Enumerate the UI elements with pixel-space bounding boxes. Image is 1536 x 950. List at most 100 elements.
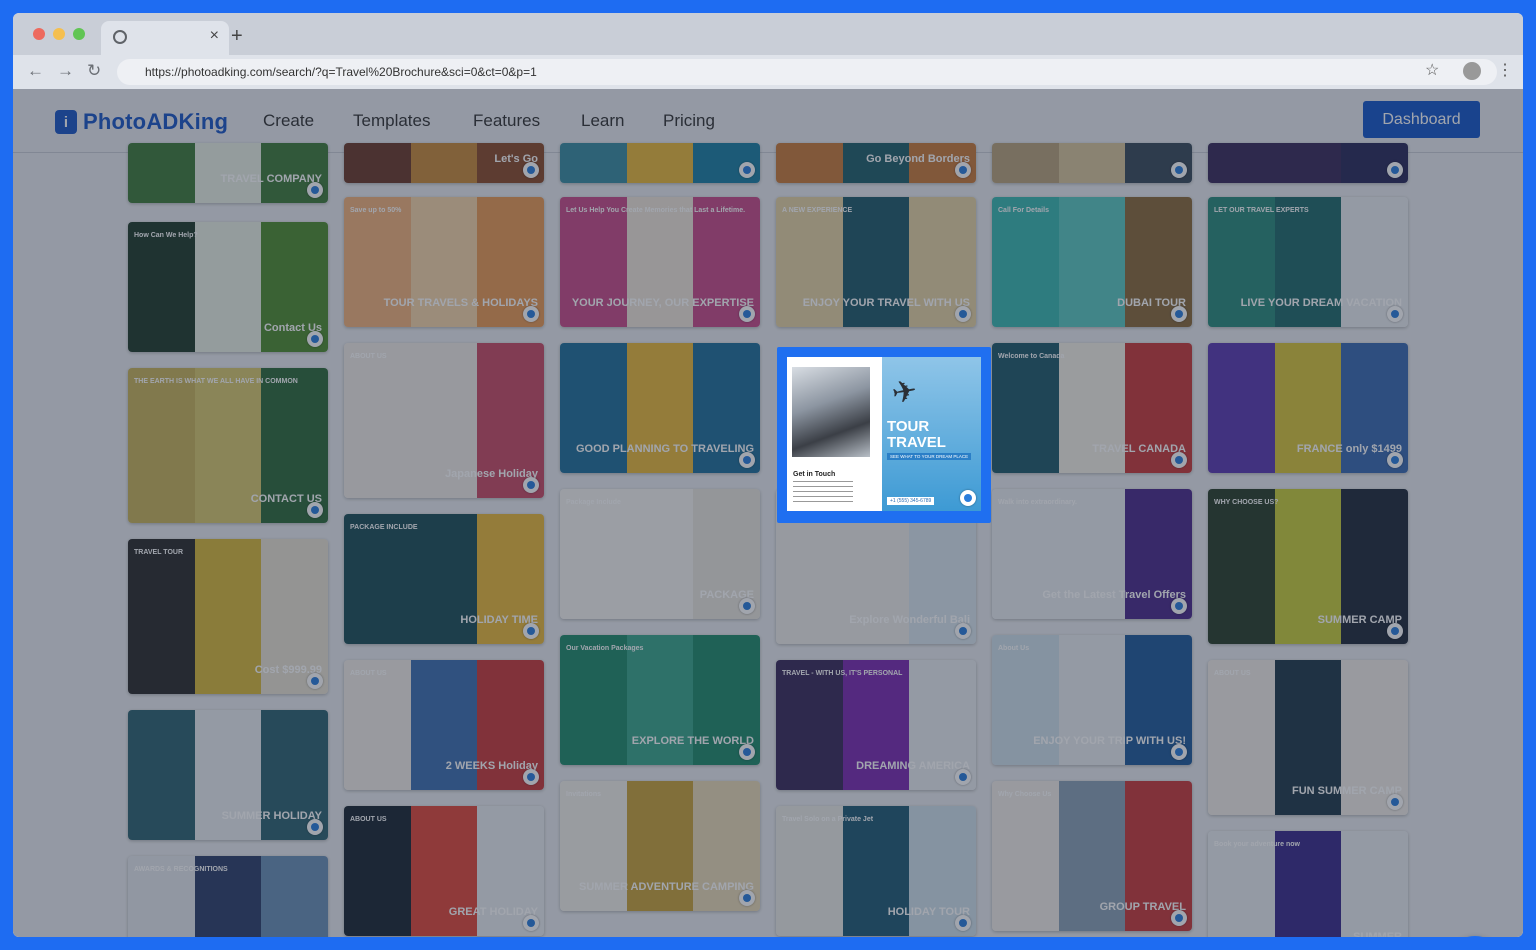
card-caption: ABOUT US xyxy=(350,670,387,677)
card-panel xyxy=(992,143,1059,183)
bookmark-star-icon[interactable]: ☆ xyxy=(1425,60,1439,80)
premium-badge-icon xyxy=(523,306,539,322)
url-text: https://photoadking.com/search/?q=Travel… xyxy=(145,65,537,79)
new-tab-button[interactable]: + xyxy=(231,25,243,48)
template-card[interactable]: Invitations SUMMER ADVENTURE CAMPING xyxy=(560,781,760,911)
back-button[interactable]: ← xyxy=(27,61,44,81)
maximize-window-button[interactable] xyxy=(73,28,85,40)
premium-badge-icon xyxy=(1387,794,1403,810)
card-caption: THE EARTH IS WHAT WE ALL HAVE IN COMMON xyxy=(134,378,298,385)
template-card[interactable]: TRAVEL - WITH US, IT'S PERSONAL DREAMING … xyxy=(776,660,976,790)
minimize-window-button[interactable] xyxy=(53,28,65,40)
card-caption: Save up to 50% xyxy=(350,207,402,214)
template-card[interactable]: Walk into extraordinary. Get the Latest T… xyxy=(992,489,1192,619)
template-card[interactable]: AWARDS & RECOGNITIONS xyxy=(128,856,328,937)
card-title: TRAVEL CANADA xyxy=(1092,443,1186,455)
premium-badge-icon xyxy=(739,890,755,906)
template-card[interactable] xyxy=(560,143,760,183)
card-panel xyxy=(410,143,478,183)
card-panel xyxy=(344,806,411,936)
premium-badge-icon xyxy=(1387,162,1403,178)
card-title: FRANCE only $1499 xyxy=(1296,443,1402,455)
template-card[interactable]: Our Vacation Packages EXPLORE THE WORLD xyxy=(560,635,760,765)
premium-badge-icon xyxy=(739,744,755,760)
template-card[interactable]: Save up to 50% TOUR TRAVELS & HOLIDAYS xyxy=(344,197,544,327)
template-card[interactable]: Why Choose Us GROUP TRAVEL xyxy=(992,781,1192,931)
premium-badge-icon xyxy=(1387,623,1403,639)
close-window-button[interactable] xyxy=(33,28,45,40)
tab-close-icon[interactable]: × xyxy=(210,27,219,45)
template-card[interactable]: ABOUT US FUN SUMMER CAMP xyxy=(1208,660,1408,815)
template-card[interactable]: How Can We Help? Contact Us xyxy=(128,222,328,352)
template-card[interactable]: TRAVEL TOUR Cost $999.99 xyxy=(128,539,328,694)
card-caption: ABOUT US xyxy=(1214,670,1251,677)
forward-button[interactable]: → xyxy=(57,61,74,81)
template-card[interactable]: PACKAGE INCLUDE HOLIDAY TIME xyxy=(344,514,544,644)
template-card[interactable]: A NEW EXPERIENCE ENJOY YOUR TRAVEL WITH U… xyxy=(776,197,976,327)
template-card[interactable]: Travel Solo on a Private Jet HOLIDAY TOUR xyxy=(776,806,976,936)
template-card[interactable]: ABOUT US GREAT HOLIDAY xyxy=(344,806,544,936)
template-card[interactable] xyxy=(992,143,1192,183)
card-caption: Walk into extraordinary. xyxy=(998,499,1077,506)
template-card[interactable]: THE EARTH IS WHAT WE ALL HAVE IN COMMON C… xyxy=(128,368,328,523)
traveler-photo xyxy=(792,367,870,457)
template-card[interactable]: Package Include PACKAGE xyxy=(560,489,760,619)
selected-template-card[interactable]: ✈ TOUR TRAVEL SEE WHAT TO YOUR DREAM PLA… xyxy=(777,347,991,523)
card-caption: Book your adventure now xyxy=(1214,841,1300,848)
premium-badge-icon xyxy=(955,769,971,785)
premium-badge-icon xyxy=(1171,598,1187,614)
url-input[interactable]: https://photoadking.com/search/?q=Travel… xyxy=(117,59,1497,85)
template-card[interactable]: LET OUR TRAVEL EXPERTS LIVE YOUR DREAM VA… xyxy=(1208,197,1408,327)
template-card[interactable]: SUMMER HOLIDAY xyxy=(128,710,328,840)
photoadking-logo[interactable]: i PhotoADKing xyxy=(55,107,228,137)
premium-badge-icon xyxy=(739,306,755,322)
template-card[interactable]: Welcome to Canada TRAVEL CANADA xyxy=(992,343,1192,473)
reload-button[interactable]: ↻ xyxy=(87,61,101,81)
card-panel xyxy=(344,660,411,790)
nav-create[interactable]: Create xyxy=(263,111,314,131)
card-title: ENJOY YOUR TRAVEL WITH US xyxy=(802,297,970,309)
brochure-tagline: SEE WHAT TO YOUR DREAM PLACE xyxy=(887,453,972,460)
card-caption: AWARDS & RECOGNITIONS xyxy=(134,866,228,873)
nav-pricing[interactable]: Pricing xyxy=(663,111,715,131)
template-card[interactable]: Book your adventure now SUMMER xyxy=(1208,831,1408,937)
tour-travel-brochure: ✈ TOUR TRAVEL SEE WHAT TO YOUR DREAM PLA… xyxy=(787,357,981,511)
premium-badge-icon xyxy=(739,162,755,178)
nav-templates[interactable]: Templates xyxy=(353,111,430,131)
dashboard-button[interactable]: Dashboard xyxy=(1363,101,1480,138)
template-card[interactable]: Go Beyond Borders xyxy=(776,143,976,183)
premium-badge-icon xyxy=(307,819,323,835)
template-card[interactable]: WHY CHOOSE US? SUMMER CAMP xyxy=(1208,489,1408,644)
card-title: Japanese Holiday xyxy=(445,468,538,480)
template-card[interactable]: Let Us Help You Create Memories that Las… xyxy=(560,197,760,327)
template-card[interactable]: FRANCE only $1499 xyxy=(1208,343,1408,473)
nav-learn[interactable]: Learn xyxy=(581,111,624,131)
template-card[interactable]: GOOD PLANNING TO TRAVELING xyxy=(560,343,760,473)
template-card[interactable]: Call For Details DUBAI TOUR xyxy=(992,197,1192,327)
card-panel xyxy=(1208,489,1275,644)
card-title: SUMMER ADVENTURE CAMPING xyxy=(579,881,754,893)
card-panel xyxy=(626,489,694,619)
card-panel xyxy=(128,539,195,694)
template-card[interactable]: About Us ENJOY YOUR TRIP WITH US! xyxy=(992,635,1192,765)
nav-features[interactable]: Features xyxy=(473,111,540,131)
card-caption: PACKAGE INCLUDE xyxy=(350,524,418,531)
card-panel xyxy=(128,222,195,352)
card-panel xyxy=(344,514,411,644)
card-title: Explore Wonderful Bali xyxy=(849,614,970,626)
template-card[interactable]: Let's Go xyxy=(344,143,544,183)
brochure-contact-lines xyxy=(793,481,853,503)
browser-menu-icon[interactable]: ⋮ xyxy=(1497,60,1513,80)
card-title: TOUR TRAVELS & HOLIDAYS xyxy=(383,297,538,309)
profile-avatar[interactable] xyxy=(1463,62,1481,80)
card-panel xyxy=(194,539,262,694)
card-title: GOOD PLANNING TO TRAVELING xyxy=(575,443,754,455)
template-card[interactable]: TRAVEL COMPANY xyxy=(128,143,328,203)
premium-badge-icon xyxy=(1171,910,1187,926)
template-card[interactable]: ABOUT US 2 WEEKS Holiday xyxy=(344,660,544,790)
template-card[interactable] xyxy=(1208,143,1408,183)
premium-badge-icon xyxy=(523,769,539,785)
browser-tab[interactable]: × xyxy=(101,21,229,55)
card-caption: Welcome to Canada xyxy=(998,353,1065,360)
template-card[interactable]: ABOUT US Japanese Holiday xyxy=(344,343,544,498)
